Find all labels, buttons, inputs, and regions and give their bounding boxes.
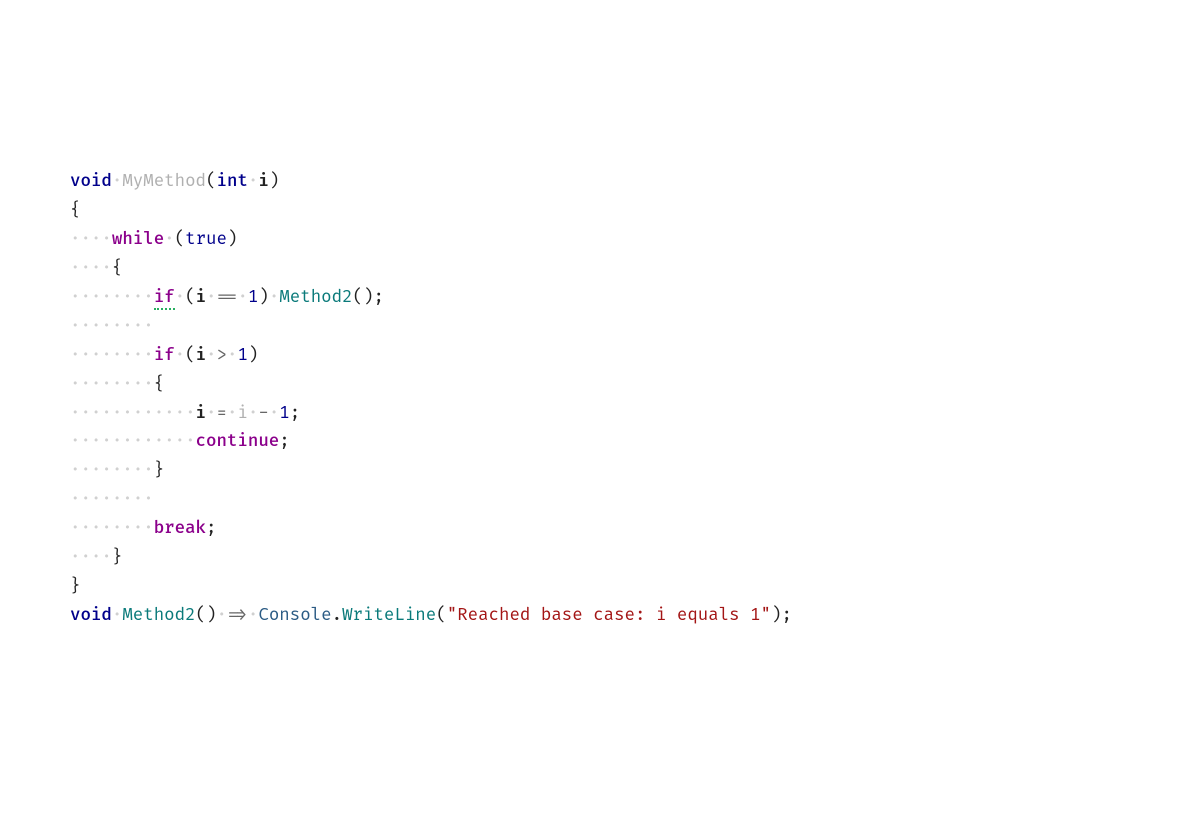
- operator-greater: >: [217, 345, 227, 366]
- string-literal: "Reached base case: i equals 1": [447, 605, 771, 626]
- variable-i-rhs-grey: i: [237, 403, 247, 424]
- whitespace-dot: ·: [227, 403, 237, 424]
- whitespace-dot: ·: [217, 605, 227, 626]
- keyword-if-hint[interactable]: if: [154, 287, 175, 310]
- indent-12: ············: [70, 403, 196, 424]
- variable-i-lhs: i: [196, 403, 206, 424]
- keyword-break: break: [154, 518, 206, 539]
- whitespace-dot: ·: [206, 287, 216, 308]
- paren-close: ): [269, 171, 279, 192]
- operator-arrow: =>: [227, 605, 248, 626]
- paren-open: (: [196, 605, 206, 626]
- whitespace-dot: ·: [206, 345, 216, 366]
- semicolon: ;: [290, 403, 300, 424]
- paren-close: ): [227, 229, 237, 250]
- code-editor-viewport[interactable]: void·MyMethod(int·i) { ····while·(true) …: [70, 140, 1130, 660]
- whitespace-dot: ·: [112, 171, 122, 192]
- indent-4: ····: [70, 258, 112, 279]
- brace-close: }: [112, 547, 122, 568]
- keyword-continue: continue: [196, 431, 280, 452]
- indent-4: ····: [70, 547, 112, 568]
- whitespace-dot: ·: [227, 345, 237, 366]
- indent-8: ········: [70, 518, 154, 539]
- indent-8: ········: [70, 345, 154, 366]
- indent-4: ····: [70, 229, 112, 250]
- indent-12: ············: [70, 431, 196, 452]
- keyword-while: while: [112, 229, 164, 250]
- method-writeline: WriteLine: [342, 605, 436, 626]
- whitespace-dot: ·: [164, 229, 174, 250]
- whitespace-dot: ·: [206, 403, 216, 424]
- variable-i: i: [196, 287, 206, 308]
- whitespace-dot: ·: [237, 287, 247, 308]
- brace-close: }: [154, 460, 164, 481]
- keyword-void: void: [70, 605, 112, 626]
- code-block[interactable]: void·MyMethod(int·i) { ····while·(true) …: [70, 168, 1130, 630]
- literal-1: 1: [237, 345, 247, 366]
- method-call-method2: Method2: [279, 287, 352, 308]
- paren-open: (: [185, 287, 195, 308]
- parameter-i: i: [258, 171, 268, 192]
- indent-8: ········: [70, 460, 154, 481]
- paren-close: ): [248, 345, 258, 366]
- paren-open: (: [436, 605, 446, 626]
- paren-open: (: [175, 229, 185, 250]
- keyword-int: int: [217, 171, 248, 192]
- whitespace-dot: ·: [269, 403, 279, 424]
- whitespace-dot: ·: [269, 287, 279, 308]
- brace-open: {: [70, 200, 80, 221]
- whitespace-dot: ·: [248, 605, 258, 626]
- keyword-if: if: [154, 345, 175, 366]
- paren-open: (: [185, 345, 195, 366]
- brace-open: {: [112, 258, 122, 279]
- keyword-void: void: [70, 171, 112, 192]
- indent-8: ········: [70, 287, 154, 308]
- semicolon: ;: [374, 287, 384, 308]
- dot-operator: .: [332, 605, 342, 626]
- whitespace-dot: ·: [248, 403, 258, 424]
- operator-minus: -: [258, 403, 268, 424]
- indent-8: ········: [70, 316, 154, 337]
- literal-1: 1: [279, 403, 289, 424]
- semicolon: ;: [781, 605, 791, 626]
- method-name-mymethod: MyMethod: [122, 171, 206, 192]
- semicolon: ;: [206, 518, 216, 539]
- literal-true: true: [185, 229, 227, 250]
- whitespace-dot: ·: [175, 287, 185, 308]
- paren-close: ): [258, 287, 268, 308]
- whitespace-dot: ·: [112, 605, 122, 626]
- paren-close: ): [363, 287, 373, 308]
- paren-open: (: [353, 287, 363, 308]
- whitespace-dot: ·: [248, 171, 258, 192]
- variable-i: i: [196, 345, 206, 366]
- operator-assign: =: [216, 403, 226, 424]
- semicolon: ;: [279, 431, 289, 452]
- brace-close: }: [70, 576, 80, 597]
- paren-close: ): [206, 605, 216, 626]
- indent-8: ········: [70, 374, 154, 395]
- literal-1: 1: [248, 287, 258, 308]
- indent-8: ········: [70, 489, 154, 510]
- brace-open: {: [154, 374, 164, 395]
- method-name-method2: Method2: [122, 605, 195, 626]
- operator-equals: ==: [217, 287, 238, 308]
- class-console: Console: [258, 605, 331, 626]
- paren-open: (: [206, 171, 216, 192]
- whitespace-dot: ·: [175, 345, 185, 366]
- paren-close: ): [771, 605, 781, 626]
